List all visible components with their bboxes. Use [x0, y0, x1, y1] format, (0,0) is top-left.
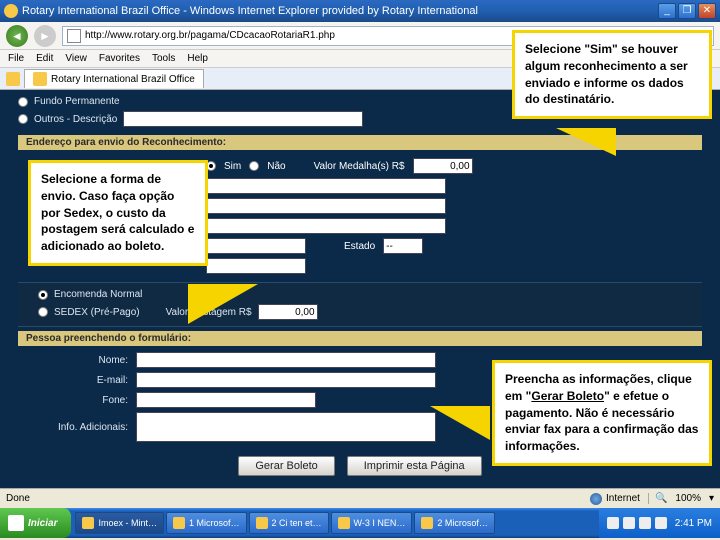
- tray-icon[interactable]: [607, 517, 619, 529]
- tray-icon[interactable]: [623, 517, 635, 529]
- tab-label: Rotary International Brazil Office: [51, 74, 195, 85]
- menu-help[interactable]: Help: [187, 53, 208, 64]
- task-icon: [338, 517, 350, 529]
- menu-edit[interactable]: Edit: [36, 53, 53, 64]
- label-email: E-mail:: [18, 375, 128, 386]
- menu-favorites[interactable]: Favorites: [99, 53, 140, 64]
- close-button[interactable]: ✕: [698, 3, 716, 19]
- task-item[interactable]: 2 Microsof…: [414, 512, 495, 534]
- tray-icon[interactable]: [655, 517, 667, 529]
- zoom-level[interactable]: 100%: [675, 493, 701, 504]
- label-estado: Estado: [344, 241, 375, 252]
- task-item[interactable]: 2 Ci ten et…: [249, 512, 329, 534]
- clock[interactable]: 2:41 PM: [675, 518, 712, 529]
- input-valor-postagem[interactable]: 0,00: [258, 304, 318, 320]
- system-tray[interactable]: 2:41 PM: [599, 508, 720, 538]
- label-nome: Nome:: [18, 355, 128, 366]
- forward-button[interactable]: ►: [34, 25, 56, 47]
- callout-envio: Selecione a forma de envio. Caso faça op…: [28, 160, 208, 266]
- input-fone[interactable]: [136, 392, 316, 408]
- security-zone[interactable]: Internet: [590, 493, 640, 505]
- label-encomenda: Encomenda Normal: [54, 289, 142, 300]
- status-text: Done: [6, 493, 30, 504]
- input-dest-5[interactable]: [206, 258, 306, 274]
- task-icon: [173, 517, 185, 529]
- task-item[interactable]: 1 Microsof…: [166, 512, 247, 534]
- task-icon: [256, 517, 268, 529]
- callout-preencha: Preencha as informações, clique em "Gera…: [492, 360, 712, 466]
- menu-view[interactable]: View: [65, 53, 87, 64]
- radio-fundo[interactable]: [18, 97, 28, 107]
- task-icon: [82, 517, 94, 529]
- callout-sim: Selecione "Sim" se houver algum reconhec…: [512, 30, 712, 119]
- task-item[interactable]: W-3 I NEN…: [331, 512, 413, 534]
- favorites-icon[interactable]: [6, 72, 20, 86]
- input-dest-2[interactable]: [206, 198, 446, 214]
- windows-icon: [8, 515, 24, 531]
- radio-encomenda[interactable]: [38, 290, 48, 300]
- tray-icon[interactable]: [639, 517, 651, 529]
- tab-favicon: [33, 72, 47, 86]
- label-sim: Sim: [224, 161, 241, 172]
- input-dest-3[interactable]: [206, 218, 446, 234]
- taskbar-tasks: Imoex - Mint… 1 Microsof… 2 Ci ten et… W…: [71, 512, 598, 534]
- minimize-button[interactable]: _: [658, 3, 676, 19]
- input-valor-medalha[interactable]: 0,00: [413, 158, 473, 174]
- back-button[interactable]: ◄: [6, 25, 28, 47]
- window-title: Rotary International Brazil Office - Win…: [22, 5, 658, 17]
- input-outros[interactable]: [123, 111, 363, 127]
- section-pessoa: Pessoa preenchendo o formulário:: [18, 331, 702, 346]
- app-icon: [4, 4, 18, 18]
- select-estado[interactable]: --: [383, 238, 423, 254]
- label-valor-medalha: Valor Medalha(s) R$: [314, 161, 405, 172]
- input-nome[interactable]: [136, 352, 436, 368]
- imprimir-button[interactable]: Imprimir esta Página: [347, 456, 482, 476]
- input-dest-1[interactable]: [206, 178, 446, 194]
- window-titlebar: Rotary International Brazil Office - Win…: [0, 0, 720, 22]
- label-nao: Não: [267, 161, 285, 172]
- label-fone: Fone:: [18, 395, 128, 406]
- label-fundo: Fundo Permanente: [34, 96, 120, 107]
- radio-outros[interactable]: [18, 114, 28, 124]
- label-info: Info. Adicionais:: [18, 422, 128, 433]
- menu-tools[interactable]: Tools: [152, 53, 175, 64]
- taskbar: Iniciar Imoex - Mint… 1 Microsof… 2 Ci t…: [0, 508, 720, 538]
- input-info[interactable]: [136, 412, 436, 442]
- radio-nao[interactable]: [249, 161, 259, 171]
- gerar-boleto-button[interactable]: Gerar Boleto: [238, 456, 334, 476]
- status-bar: Done Internet 🔍 100% ▾: [0, 488, 720, 508]
- task-item[interactable]: Imoex - Mint…: [75, 512, 164, 534]
- radio-sedex[interactable]: [38, 307, 48, 317]
- maximize-button[interactable]: ❐: [678, 3, 696, 19]
- input-dest-4[interactable]: [206, 238, 306, 254]
- browser-tab[interactable]: Rotary International Brazil Office: [24, 69, 204, 88]
- menu-file[interactable]: File: [8, 53, 24, 64]
- label-sedex: SEDEX (Pré-Pago): [54, 307, 140, 318]
- zoom-dropdown-icon[interactable]: ▾: [709, 493, 714, 504]
- input-email[interactable]: [136, 372, 436, 388]
- internet-icon: [590, 493, 602, 505]
- task-icon: [421, 517, 433, 529]
- page-icon: [67, 29, 81, 43]
- start-button[interactable]: Iniciar: [0, 508, 71, 538]
- label-outros: Outros - Descrição: [34, 114, 117, 125]
